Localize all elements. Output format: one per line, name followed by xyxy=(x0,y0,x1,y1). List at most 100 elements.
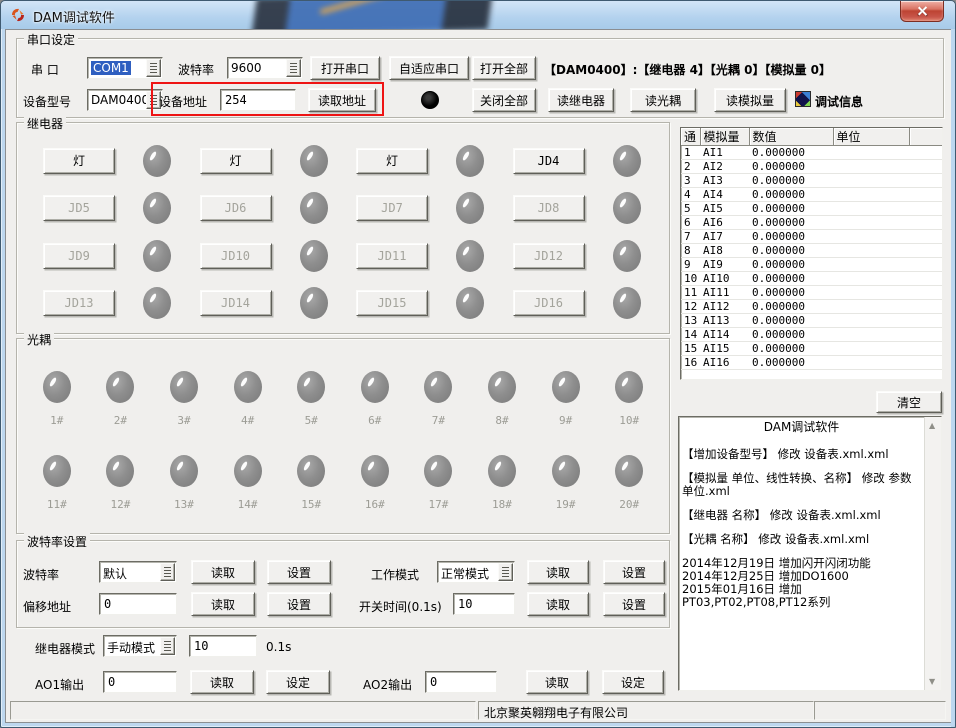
info-panel[interactable]: DAM调试软件 【增加设备型号】 修改 设备表.xml.xml【模拟量 单位、线… xyxy=(678,416,942,691)
analog-row-8[interactable]: 8AI80.000000 xyxy=(681,244,942,258)
analog-row-3[interactable]: 3AI30.000000 xyxy=(681,174,942,188)
read-relay-button[interactable]: 读继电器 xyxy=(548,88,614,112)
scroll-up-icon[interactable]: ▲ xyxy=(929,421,935,430)
dropdown-icon[interactable] xyxy=(160,637,175,655)
relay-cell: 灯 xyxy=(35,137,192,185)
analog-row-13[interactable]: 13AI130.000000 xyxy=(681,314,942,328)
open-serial-button[interactable]: 打开串口 xyxy=(310,56,380,80)
analog-row-7[interactable]: 7AI70.000000 xyxy=(681,230,942,244)
relay-button-14[interactable]: JD14 xyxy=(200,290,272,316)
dropdown-icon[interactable] xyxy=(286,59,301,77)
relay-button-6[interactable]: JD6 xyxy=(200,195,272,221)
relay-button-8[interactable]: JD8 xyxy=(513,195,585,221)
analog-row-15[interactable]: 15AI150.000000 xyxy=(681,342,942,356)
offset-set-button[interactable]: 设置 xyxy=(267,592,331,616)
work-mode-set-button[interactable]: 设置 xyxy=(603,560,665,584)
read-opto-button[interactable]: 读光耦 xyxy=(630,88,696,112)
relay-button-12[interactable]: JD12 xyxy=(513,243,585,269)
open-all-button[interactable]: 打开全部 xyxy=(472,56,536,80)
baud-setting-select[interactable]: 默认 xyxy=(99,561,177,583)
analog-column-header[interactable]: 单位 xyxy=(833,128,909,146)
opto-indicator-15 xyxy=(297,455,325,487)
opto-label-1: 1# xyxy=(50,414,63,427)
opto-cell: 15# xyxy=(279,441,343,525)
info-scrollbar[interactable]: ▲ ▼ xyxy=(924,417,941,690)
dropdown-icon[interactable] xyxy=(146,59,161,77)
ao1-set-button[interactable]: 设定 xyxy=(266,670,330,694)
opto-indicator-9 xyxy=(552,371,580,403)
info-bullet-3: 【继电器 名称】 修改 设备表.xml.xml xyxy=(682,509,921,522)
debug-info-label[interactable]: 调试信息 xyxy=(815,93,863,110)
close-all-button[interactable]: 关闭全部 xyxy=(472,88,536,112)
clear-button[interactable]: 清空 xyxy=(876,391,942,413)
device-address-input[interactable] xyxy=(220,89,296,111)
adaptive-serial-button[interactable]: 自适应串口 xyxy=(389,56,469,80)
analog-table[interactable]: 通模拟量数值单位 1AI10.0000002AI20.0000003AI30.0… xyxy=(680,127,943,380)
relay-button-10[interactable]: JD10 xyxy=(200,243,272,269)
analog-row-empty[interactable] xyxy=(681,370,942,381)
switch-time-input[interactable] xyxy=(453,593,515,615)
relay-button-9[interactable]: JD9 xyxy=(43,243,115,269)
baud-set-button[interactable]: 设置 xyxy=(267,560,331,584)
serial-port-select[interactable]: COM1 xyxy=(87,57,163,79)
close-button[interactable] xyxy=(900,1,944,22)
offset-address-input[interactable] xyxy=(99,593,177,615)
ao2-read-button[interactable]: 读取 xyxy=(526,670,588,694)
info-bullet-2: 【模拟量 单位、线性转换、名称】 修改 参数单位.xml xyxy=(682,472,921,498)
ao2-set-button[interactable]: 设定 xyxy=(602,670,664,694)
analog-row-11[interactable]: 11AI110.000000 xyxy=(681,286,942,300)
switch-time-set-button[interactable]: 设置 xyxy=(603,592,665,616)
analog-row-5[interactable]: 5AI50.000000 xyxy=(681,202,942,216)
analog-row-4[interactable]: 4AI40.000000 xyxy=(681,188,942,202)
ao2-input[interactable] xyxy=(425,671,497,693)
analog-row-6[interactable]: 6AI60.000000 xyxy=(681,216,942,230)
opto-indicator-6 xyxy=(361,371,389,403)
relay-button-4[interactable]: JD4 xyxy=(513,148,585,174)
dropdown-icon[interactable] xyxy=(160,563,175,581)
switch-time-read-button[interactable]: 读取 xyxy=(527,592,589,616)
baud-settings-title: 波特率设置 xyxy=(24,533,90,550)
read-analog-button[interactable]: 读模拟量 xyxy=(714,88,786,112)
relay-mode-time-input[interactable] xyxy=(189,635,257,657)
offset-read-button[interactable]: 读取 xyxy=(191,592,255,616)
relay-button-2[interactable]: 灯 xyxy=(200,148,272,174)
relay-button-15[interactable]: JD15 xyxy=(356,290,428,316)
relay-button-13[interactable]: JD13 xyxy=(43,290,115,316)
ao1-read-button[interactable]: 读取 xyxy=(190,670,254,694)
scroll-down-icon[interactable]: ▼ xyxy=(929,677,935,686)
analog-cell: AI15 xyxy=(700,342,749,356)
relay-button-5[interactable]: JD5 xyxy=(43,195,115,221)
baud-value: 9600 xyxy=(231,61,262,75)
relay-button-7[interactable]: JD7 xyxy=(356,195,428,221)
relay-button-16[interactable]: JD16 xyxy=(513,290,585,316)
relay-button-3[interactable]: 灯 xyxy=(356,148,428,174)
window-frame-edge xyxy=(951,29,955,727)
analog-cell: 0.000000 xyxy=(749,342,833,356)
opto-indicator-4 xyxy=(234,371,262,403)
relay-button-1[interactable]: 灯 xyxy=(43,148,115,174)
dropdown-icon[interactable] xyxy=(498,563,513,581)
work-mode-select[interactable]: 正常模式 xyxy=(437,561,515,583)
analog-column-header[interactable] xyxy=(909,128,942,146)
opto-group: 光耦 1#2#3#4#5#6#7#8#9#10#11#12#13#14#15#1… xyxy=(16,338,670,534)
relay-mode-select[interactable]: 手动模式 xyxy=(103,635,177,657)
work-mode-read-button[interactable]: 读取 xyxy=(527,560,589,584)
analog-row-1[interactable]: 1AI10.000000 xyxy=(681,146,942,160)
analog-row-10[interactable]: 10AI100.000000 xyxy=(681,272,942,286)
analog-row-9[interactable]: 9AI90.000000 xyxy=(681,258,942,272)
analog-column-header[interactable]: 数值 xyxy=(749,128,833,146)
analog-column-header[interactable]: 通 xyxy=(681,128,700,146)
read-address-button[interactable]: 读取地址 xyxy=(308,88,376,112)
relay-button-11[interactable]: JD11 xyxy=(356,243,428,269)
titlebar[interactable]: DAM调试软件 xyxy=(1,1,955,29)
analog-row-12[interactable]: 12AI120.000000 xyxy=(681,300,942,314)
baud-select[interactable]: 9600 xyxy=(227,57,303,79)
analog-cell xyxy=(833,230,909,244)
analog-row-16[interactable]: 16AI160.000000 xyxy=(681,356,942,370)
analog-column-header[interactable]: 模拟量 xyxy=(700,128,749,146)
ao1-input[interactable] xyxy=(103,671,177,693)
analog-cell: 0.000000 xyxy=(749,160,833,174)
analog-row-2[interactable]: 2AI20.000000 xyxy=(681,160,942,174)
analog-row-14[interactable]: 14AI140.000000 xyxy=(681,328,942,342)
baud-read-button[interactable]: 读取 xyxy=(191,560,255,584)
